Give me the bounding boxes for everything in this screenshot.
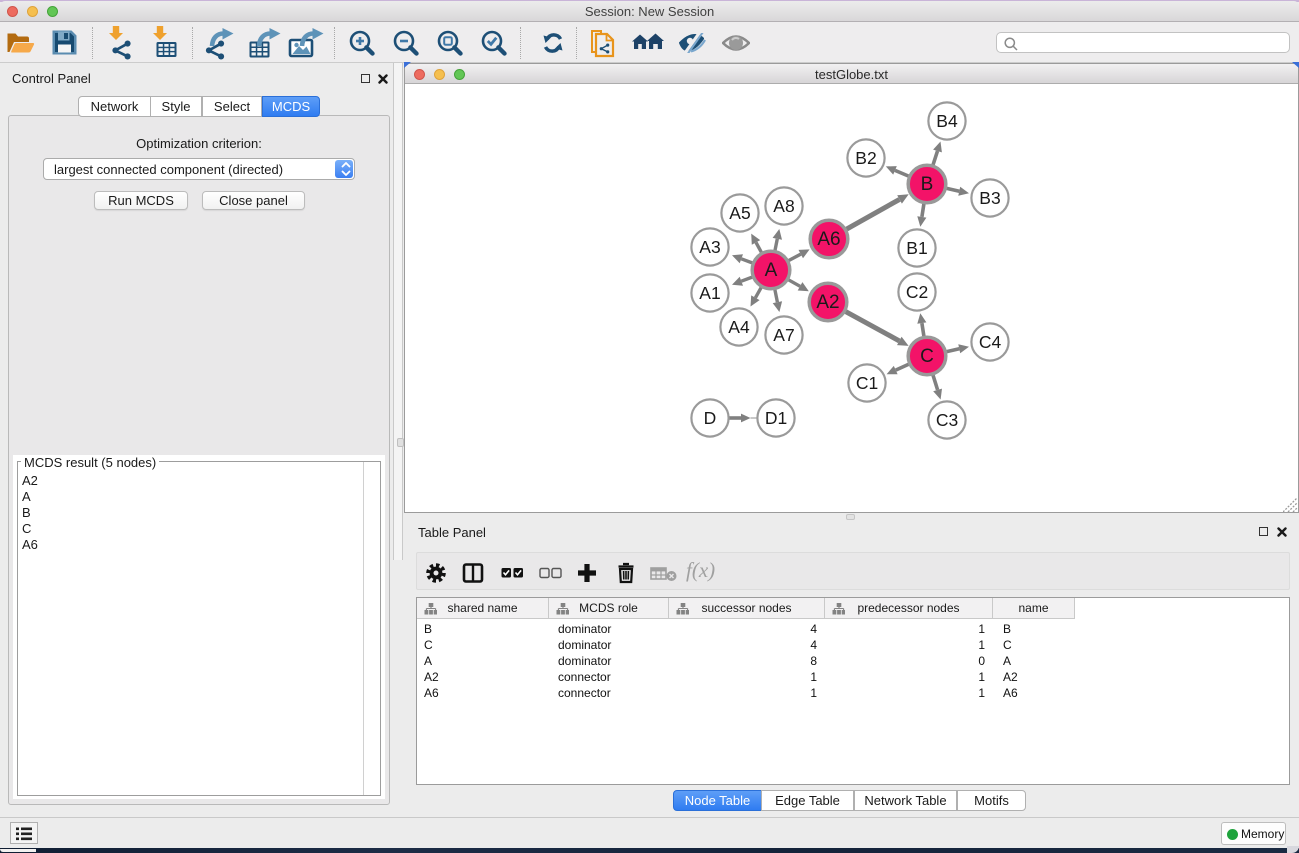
- svg-text:C3: C3: [936, 410, 958, 430]
- svg-text:B3: B3: [979, 188, 1000, 208]
- svg-text:A3: A3: [699, 237, 720, 257]
- svg-text:D: D: [704, 408, 717, 428]
- svg-text:C: C: [920, 346, 934, 367]
- svg-text:B2: B2: [855, 148, 876, 168]
- svg-text:B1: B1: [906, 238, 927, 258]
- svg-text:A1: A1: [699, 283, 720, 303]
- svg-text:C4: C4: [979, 332, 1002, 352]
- svg-text:A4: A4: [728, 317, 750, 337]
- svg-text:A8: A8: [773, 196, 794, 216]
- svg-text:A7: A7: [773, 325, 794, 345]
- svg-text:C2: C2: [906, 282, 928, 302]
- svg-text:B4: B4: [936, 111, 958, 131]
- svg-text:C1: C1: [856, 373, 878, 393]
- svg-text:A2: A2: [816, 292, 839, 313]
- svg-text:D1: D1: [765, 408, 787, 428]
- svg-text:B: B: [921, 174, 934, 195]
- svg-text:A5: A5: [729, 203, 750, 223]
- svg-text:A: A: [765, 260, 778, 281]
- svg-text:A6: A6: [817, 229, 840, 250]
